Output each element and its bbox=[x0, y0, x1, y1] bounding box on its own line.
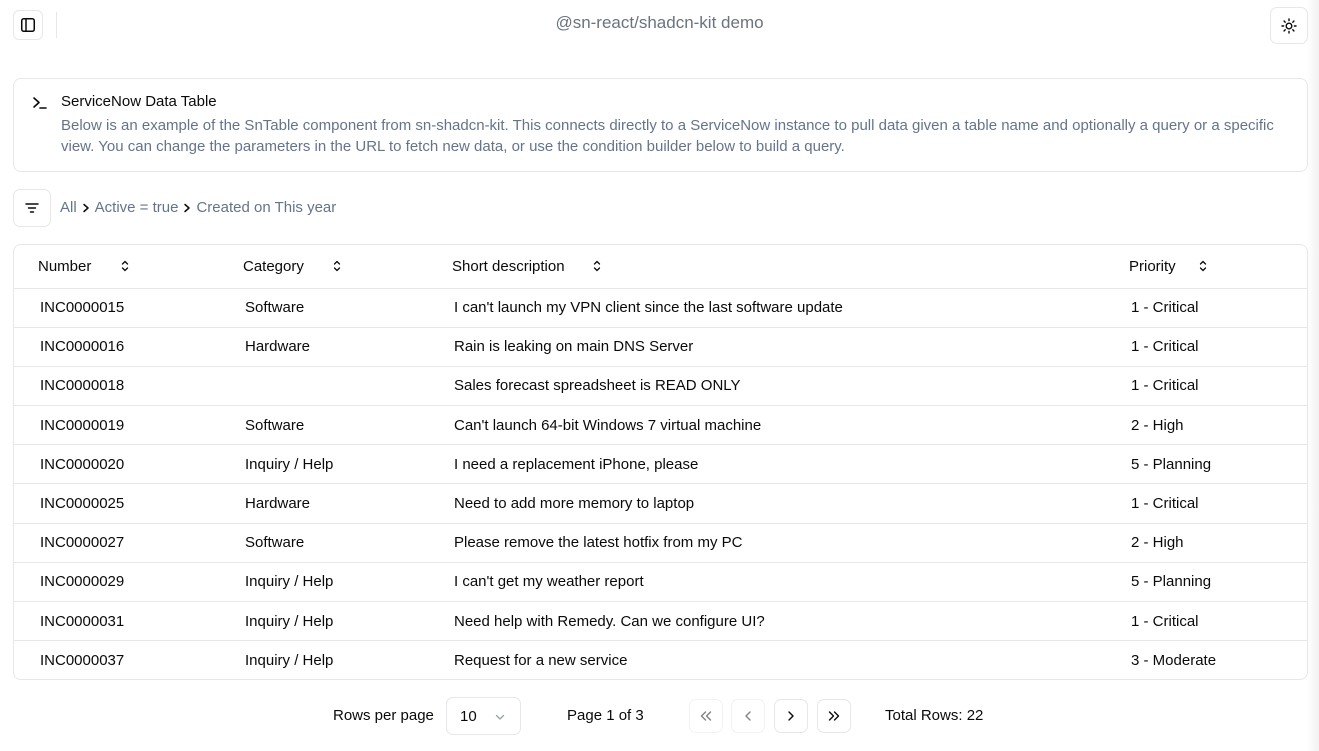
cell-category: Software bbox=[220, 288, 428, 328]
column-header-category[interactable]: Category bbox=[220, 245, 428, 289]
cell-number: INC0000015 bbox=[14, 288, 220, 328]
cell-number: INC0000016 bbox=[14, 327, 220, 367]
terminal-icon bbox=[33, 97, 47, 109]
cell-category: Inquiry / Help bbox=[220, 562, 428, 603]
previous-page-button[interactable] bbox=[731, 699, 765, 733]
cell-short-description: Need to add more memory to laptop bbox=[428, 483, 1106, 524]
cell-category: Software bbox=[220, 523, 428, 563]
rows-per-page-label: Rows per page bbox=[333, 707, 434, 724]
cell-priority: 1 - Critical bbox=[1106, 366, 1307, 407]
chevrons-up-down-icon[interactable] bbox=[1195, 258, 1211, 274]
cell-number: INC0000020 bbox=[14, 444, 220, 485]
sun-icon bbox=[1281, 17, 1297, 34]
cell-priority: 1 - Critical bbox=[1106, 483, 1307, 524]
table-row[interactable]: INC0000027 Software Please remove the la… bbox=[14, 523, 1307, 563]
column-header-priority[interactable]: Priority bbox=[1106, 245, 1307, 289]
app-title: @sn-react/shadcn-kit demo bbox=[555, 13, 764, 32]
info-card: ServiceNow Data Table Below is an exampl… bbox=[13, 78, 1308, 172]
cell-priority: 3 - Moderate bbox=[1131, 652, 1217, 670]
chevrons-up-down-icon[interactable] bbox=[589, 258, 605, 274]
right-edge-shade bbox=[1307, 0, 1319, 751]
cell-priority: 1 - Critical bbox=[1106, 288, 1307, 328]
cell-short-description: Please remove the latest hotfix from my … bbox=[428, 523, 1106, 563]
cell-priority: 1 - Critical bbox=[1106, 601, 1307, 642]
filter-button[interactable] bbox=[13, 189, 51, 227]
cell-priority: 5 - Planning bbox=[1106, 444, 1307, 485]
total-rows: Total Rows: 22 bbox=[885, 707, 984, 724]
cell-short-description: Sales forecast spreadsheet is READ ONLY bbox=[428, 366, 1106, 407]
cell-priority: 1 - Critical bbox=[1106, 327, 1307, 367]
chevron-right-icon bbox=[81, 203, 91, 213]
table-row[interactable]: INC0000029 Inquiry / Help I can't get my… bbox=[14, 562, 1307, 603]
chevron-down-icon bbox=[494, 710, 506, 727]
info-title: ServiceNow Data Table bbox=[61, 93, 217, 110]
filter-lines-icon bbox=[25, 203, 39, 213]
column-header-short-description[interactable]: Short description bbox=[428, 245, 1106, 289]
table-row[interactable]: INC0000037 Inquiry / Help Request for a … bbox=[14, 641, 1307, 679]
cell-number: INC0000031 bbox=[14, 601, 220, 642]
cell-short-description: I need a replacement iPhone, please bbox=[428, 444, 1106, 485]
cell-number: INC0000027 bbox=[14, 523, 220, 563]
table-header-row: Number Category Short description Priori… bbox=[14, 245, 1307, 289]
page-info: Page 1 of 3 bbox=[567, 707, 644, 724]
cell-category: Inquiry / Help bbox=[245, 652, 334, 670]
table-row[interactable]: INC0000015 Software I can't launch my VP… bbox=[14, 288, 1307, 328]
chevrons-right-icon bbox=[828, 711, 840, 721]
last-page-button[interactable] bbox=[817, 699, 851, 733]
column-header-label: Priority bbox=[1129, 257, 1176, 275]
cell-short-description: I can't launch my VPN client since the l… bbox=[428, 288, 1106, 328]
cell-number: INC0000037 bbox=[40, 652, 125, 670]
table-row[interactable]: INC0000016 Hardware Rain is leaking on m… bbox=[14, 327, 1307, 367]
table-row[interactable]: INC0000031 Inquiry / Help Need help with… bbox=[14, 601, 1307, 642]
cell-category: Inquiry / Help bbox=[220, 601, 428, 642]
cell-short-description: Need help with Remedy. Can we configure … bbox=[428, 601, 1106, 642]
cell-category: Hardware bbox=[220, 483, 428, 524]
column-header-label: Short description bbox=[452, 257, 565, 275]
cell-priority: 2 - High bbox=[1106, 523, 1307, 563]
table-row[interactable]: INC0000025 Hardware Need to add more mem… bbox=[14, 483, 1307, 524]
chevron-left-icon bbox=[745, 711, 751, 721]
cell-category: Software bbox=[220, 405, 428, 446]
theme-toggle-button[interactable] bbox=[1270, 7, 1308, 44]
column-header-label: Number bbox=[38, 257, 92, 275]
cell-number: INC0000025 bbox=[14, 483, 220, 524]
rows-per-page-select[interactable]: 10 bbox=[446, 697, 521, 735]
cell-category: Hardware bbox=[220, 327, 428, 367]
table-row[interactable]: INC0000018 Sales forecast spreadsheet is… bbox=[14, 366, 1307, 407]
chevrons-up-down-icon[interactable] bbox=[117, 258, 133, 274]
chevron-right-icon bbox=[182, 203, 192, 213]
cell-short-description: I can't get my weather report bbox=[428, 562, 1106, 603]
breadcrumb-item-all[interactable]: All bbox=[60, 199, 77, 216]
column-header-label: Category bbox=[243, 257, 304, 275]
chevrons-up-down-icon[interactable] bbox=[329, 258, 345, 274]
cell-number: INC0000029 bbox=[14, 562, 220, 603]
info-description: Below is an example of the SnTable compo… bbox=[61, 117, 1274, 155]
cell-number: INC0000019 bbox=[14, 405, 220, 446]
breadcrumb-item-active[interactable]: Active = true bbox=[95, 199, 179, 216]
cell-category bbox=[220, 366, 428, 407]
rows-per-page-value: 10 bbox=[460, 707, 477, 725]
cell-category: Inquiry / Help bbox=[220, 444, 428, 485]
cell-short-description: Request for a new service bbox=[454, 652, 628, 670]
cell-short-description: Rain is leaking on main DNS Server bbox=[428, 327, 1106, 367]
condition-breadcrumb: All Active = true Created on This year bbox=[60, 199, 336, 216]
column-header-number[interactable]: Number bbox=[14, 245, 220, 289]
cell-number: INC0000018 bbox=[14, 366, 220, 407]
chevrons-left-icon bbox=[700, 711, 712, 721]
cell-priority: 2 - High bbox=[1106, 405, 1307, 446]
cell-short-description: Can't launch 64-bit Windows 7 virtual ma… bbox=[428, 405, 1106, 446]
first-page-button[interactable] bbox=[689, 699, 723, 733]
next-page-button[interactable] bbox=[774, 699, 808, 733]
data-table: Number Category Short description Priori… bbox=[13, 244, 1308, 680]
cell-priority: 5 - Planning bbox=[1106, 562, 1307, 603]
table-row[interactable]: INC0000020 Inquiry / Help I need a repla… bbox=[14, 444, 1307, 485]
table-row[interactable]: INC0000019 Software Can't launch 64-bit … bbox=[14, 405, 1307, 446]
chevron-right-icon bbox=[788, 711, 794, 721]
top-header: @sn-react/shadcn-kit demo bbox=[0, 0, 1319, 50]
breadcrumb-item-created[interactable]: Created on This year bbox=[196, 199, 336, 216]
